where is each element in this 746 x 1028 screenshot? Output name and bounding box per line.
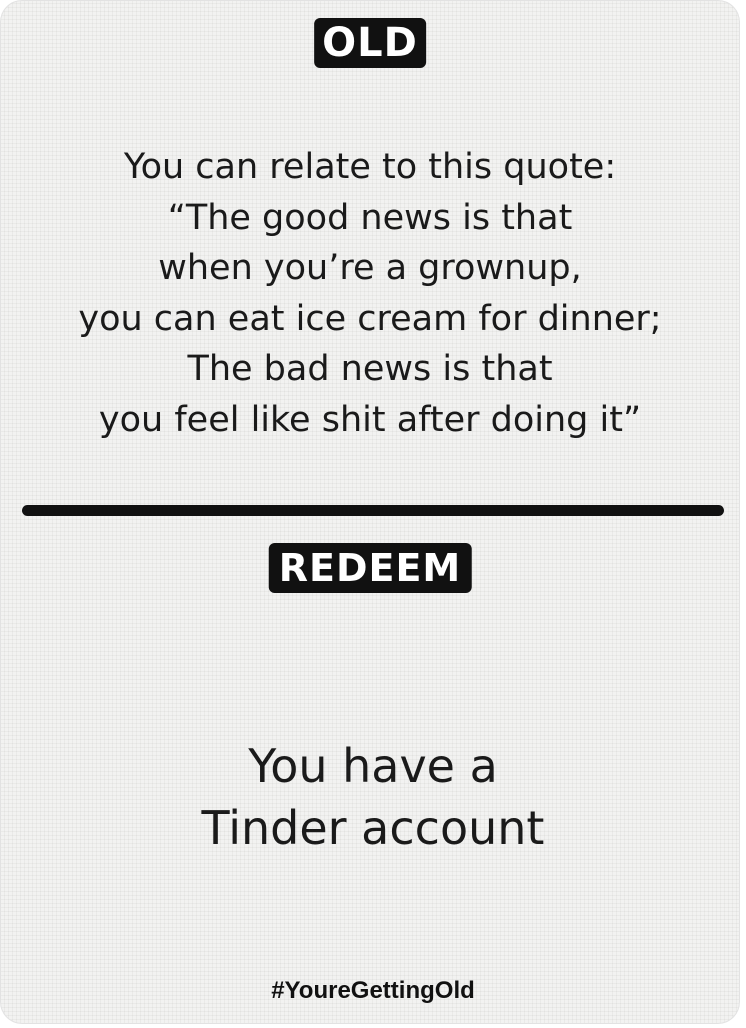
hashtag: #YoureGettingOld — [271, 977, 475, 1004]
redeem-label-badge: REDEEM — [268, 543, 472, 593]
redeem-text: You have a Tinder account — [0, 735, 740, 859]
quote-line: You can relate to this quote: — [123, 147, 617, 187]
quote-line: when you’re a grownup, — [158, 248, 582, 288]
old-label-badge: OLD — [314, 18, 426, 68]
old-quote-text: You can relate to this quote: “The good … — [10, 142, 730, 445]
redeem-line: You have a — [248, 739, 498, 793]
section-divider — [22, 505, 724, 516]
game-card: OLD You can relate to this quote: “The g… — [0, 0, 740, 1024]
quote-line: you can eat ice cream for dinner; — [78, 298, 662, 339]
quote-line: “The good news is that — [167, 197, 573, 238]
redeem-line: Tinder account — [201, 801, 545, 855]
quote-line: The bad news is that — [187, 349, 553, 389]
quote-line: you feel like shit after doing it” — [98, 399, 642, 440]
